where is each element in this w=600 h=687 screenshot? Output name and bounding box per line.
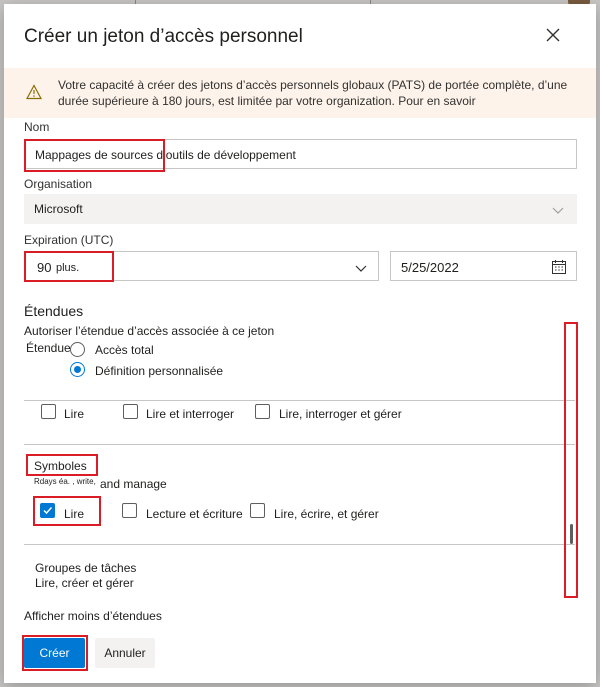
highlight-box (33, 496, 101, 526)
cancel-button[interactable]: Annuler (95, 638, 155, 668)
radio-custom-defined-label: Définition personnalisée (95, 364, 224, 378)
name-label: Nom (24, 120, 50, 134)
highlight-box (24, 139, 165, 172)
radio-custom-defined[interactable] (70, 362, 85, 377)
task-groups-description: Lire, créer et gérer (35, 576, 134, 590)
dialog-title: Créer un jeton d’accès personnel (24, 26, 303, 47)
checkbox-read-query-manage-label: Lire, interroger et gérer (279, 407, 402, 421)
chevron-down-icon (552, 204, 564, 218)
checkbox-read-query[interactable] (123, 404, 138, 419)
scopes-title: Étendues (24, 303, 84, 319)
checkbox-symbols-read-write-manage[interactable] (250, 503, 265, 518)
scrollbar[interactable] (564, 322, 578, 598)
symbols-description-tail: and manage (100, 477, 167, 491)
task-groups-title: Groupes de tâches (35, 561, 137, 575)
create-token-dialog: Créer un jeton d’accès personnel Votre c… (4, 4, 596, 683)
warning-text: Votre capacité à créer des jetons d’accè… (58, 78, 568, 108)
warning-icon (25, 84, 43, 105)
highlight-box (22, 635, 88, 671)
checkbox-read-label: Lire (64, 407, 85, 421)
expiration-date-value: 5/25/2022 (401, 260, 459, 275)
checkbox-read[interactable] (41, 404, 56, 419)
expiration-date-field[interactable]: 5/25/2022 (390, 251, 577, 281)
scopes-description: Autoriser l’étendue d’accès associée à c… (24, 324, 275, 338)
scrollbar-thumb[interactable] (570, 524, 573, 544)
highlight-box (26, 454, 98, 476)
close-icon[interactable] (542, 24, 564, 46)
divider (24, 544, 575, 545)
divider (24, 444, 575, 445)
checkbox-symbols-read-write-label: Lecture et écriture (146, 507, 243, 521)
organization-label: Organisation (24, 177, 93, 191)
organization-select[interactable]: Microsoft (24, 194, 577, 224)
expiration-label: Expiration (UTC) (24, 233, 114, 247)
divider (24, 400, 575, 401)
checkbox-read-query-label: Lire et interroger (146, 407, 235, 421)
calendar-icon[interactable] (551, 259, 567, 278)
checkbox-read-query-manage[interactable] (255, 404, 270, 419)
checkbox-symbols-read-write-manage-label: Lire, écrire, et gérer (274, 507, 379, 521)
warning-banner: Votre capacité à créer des jetons d’accè… (4, 68, 596, 118)
symbols-description: Rdays éa. , write, (34, 477, 96, 486)
show-less-scopes-link[interactable]: Afficher moins d’étendues (24, 609, 162, 623)
organization-value: Microsoft (34, 202, 83, 216)
checkbox-symbols-read-write[interactable] (122, 503, 137, 518)
radio-full-access[interactable] (70, 342, 85, 357)
chevron-down-icon (355, 262, 367, 276)
highlight-box (24, 251, 114, 282)
radio-full-access-label: Accès total (95, 343, 154, 357)
